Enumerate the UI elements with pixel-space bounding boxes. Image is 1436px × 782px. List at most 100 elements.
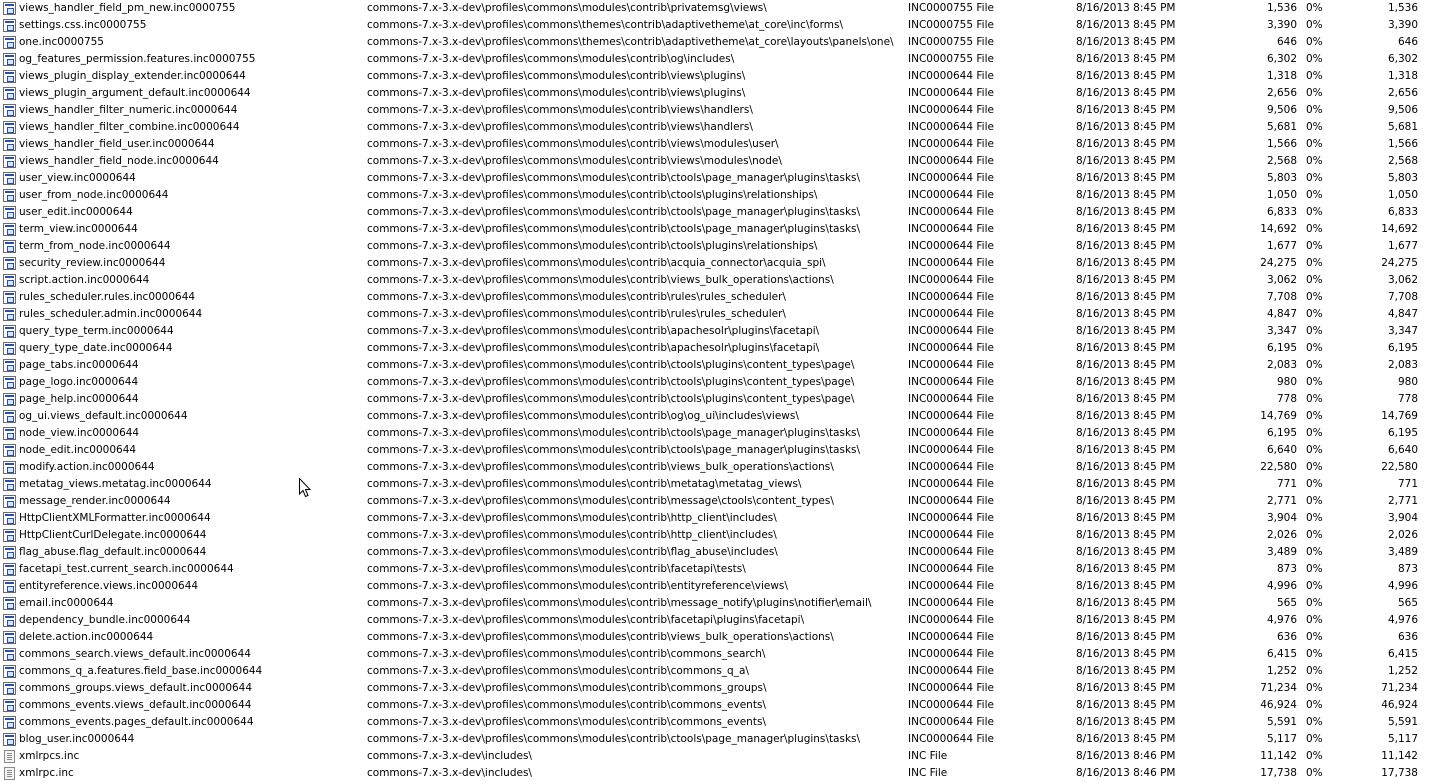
file-path: commons-7.x-3.x-dev\profiles\commons\mod… — [367, 257, 826, 269]
inc-file-icon — [3, 461, 16, 474]
file-row[interactable]: og_ui.views_default.inc0000644 commons-7.… — [0, 408, 1436, 425]
inc-file-icon — [3, 393, 16, 406]
file-row[interactable]: user_from_node.inc0000644 commons-7.x-3.x… — [0, 187, 1436, 204]
file-row[interactable]: page_logo.inc0000644 commons-7.x-3.x-dev\… — [0, 374, 1436, 391]
file-ratio: 0% — [1306, 70, 1323, 82]
file-ratio: 0% — [1306, 274, 1323, 286]
file-modified: 8/16/2013 8:45 PM — [1076, 563, 1176, 575]
file-modified: 8/16/2013 8:45 PM — [1076, 376, 1176, 388]
file-row[interactable]: commons_groups.views_default.inc0000644 c… — [0, 680, 1436, 697]
file-ratio: 0% — [1306, 36, 1323, 48]
file-packed-size: 6,195 — [1387, 427, 1418, 439]
file-row[interactable]: facetapi_test.current_search.inc0000644 c… — [0, 561, 1436, 578]
file-row[interactable]: delete.action.inc0000644 commons-7.x-3.x-… — [0, 629, 1436, 646]
file-modified: 8/16/2013 8:45 PM — [1076, 342, 1176, 354]
file-name: query_type_date.inc0000644 — [19, 342, 173, 354]
file-name: page_logo.inc0000644 — [19, 376, 139, 388]
inc-file-icon — [3, 19, 16, 32]
file-type: INC0000644 File — [908, 427, 994, 439]
file-type: INC0000644 File — [908, 682, 994, 694]
file-row[interactable]: message_render.inc0000644 commons-7.x-3.x… — [0, 493, 1436, 510]
file-row[interactable]: views_plugin_display_extender.inc0000644… — [0, 68, 1436, 85]
file-ratio: 0% — [1306, 325, 1323, 337]
file-path: commons-7.x-3.x-dev\profiles\commons\mod… — [367, 308, 786, 320]
file-size: 1,566 — [1266, 138, 1297, 150]
file-row[interactable]: og_features_permission.features.inc00007… — [0, 51, 1436, 68]
file-row[interactable]: page_help.inc0000644 commons-7.x-3.x-dev\… — [0, 391, 1436, 408]
file-packed-size: 771 — [1397, 478, 1418, 490]
file-packed-size: 2,026 — [1387, 529, 1418, 541]
file-row[interactable]: email.inc0000644 commons-7.x-3.x-dev\prof… — [0, 595, 1436, 612]
file-row[interactable]: page_tabs.inc0000644 commons-7.x-3.x-dev\… — [0, 357, 1436, 374]
file-size: 771 — [1276, 478, 1297, 490]
file-ratio: 0% — [1306, 614, 1323, 626]
file-ratio: 0% — [1306, 529, 1323, 541]
file-type: INC0000644 File — [908, 359, 994, 371]
file-row[interactable]: rules_scheduler.admin.inc0000644 commons-… — [0, 306, 1436, 323]
file-type: INC0000644 File — [908, 206, 994, 218]
file-modified: 8/16/2013 8:45 PM — [1076, 223, 1176, 235]
file-row[interactable]: commons_q_a.features.field_base.inc00006… — [0, 663, 1436, 680]
file-row[interactable]: views_handler_filter_combine.inc0000644 c… — [0, 119, 1436, 136]
file-packed-size: 6,302 — [1387, 53, 1418, 65]
file-row[interactable]: commons_events.pages_default.inc0000644 c… — [0, 714, 1436, 731]
file-row[interactable]: settings.css.inc0000755 commons-7.x-3.x-d… — [0, 17, 1436, 34]
file-row[interactable]: views_plugin_argument_default.inc0000644… — [0, 85, 1436, 102]
file-row[interactable]: views_handler_filter_numeric.inc0000644 c… — [0, 102, 1436, 119]
inc-file-icon — [3, 376, 16, 389]
file-type: INC0000755 File — [908, 36, 994, 48]
file-name: views_handler_field_node.inc0000644 — [19, 155, 219, 167]
file-row[interactable]: commons_events.views_default.inc0000644 c… — [0, 697, 1436, 714]
file-row[interactable]: user_edit.inc0000644 commons-7.x-3.x-dev\… — [0, 204, 1436, 221]
file-row[interactable]: node_view.inc0000644 commons-7.x-3.x-dev\… — [0, 425, 1436, 442]
file-row[interactable]: metatag_views.metatag.inc0000644 commons-… — [0, 476, 1436, 493]
file-packed-size: 5,803 — [1387, 172, 1418, 184]
file-type: INC0000644 File — [908, 189, 994, 201]
file-path: commons-7.x-3.x-dev\profiles\commons\mod… — [367, 410, 799, 422]
inc-file-icon — [3, 410, 16, 423]
file-row[interactable]: views_handler_field_pm_new.inc0000755 com… — [0, 0, 1436, 17]
file-row[interactable]: entityreference.views.inc0000644 commons-… — [0, 578, 1436, 595]
file-row[interactable]: views_handler_field_user.inc0000644 commo… — [0, 136, 1436, 153]
file-modified: 8/16/2013 8:45 PM — [1076, 291, 1176, 303]
file-row[interactable]: security_review.inc0000644 commons-7.x-3.… — [0, 255, 1436, 272]
file-packed-size: 11,142 — [1381, 750, 1418, 762]
file-name: term_view.inc0000644 — [19, 223, 138, 235]
file-row[interactable]: HttpClientCurlDelegate.inc0000644 commons… — [0, 527, 1436, 544]
file-row[interactable]: query_type_term.inc0000644 commons-7.x-3.… — [0, 323, 1436, 340]
file-row[interactable]: HttpClientXMLFormatter.inc0000644 commons… — [0, 510, 1436, 527]
file-path: commons-7.x-3.x-dev\profiles\commons\mod… — [367, 699, 766, 711]
inc-file-icon — [3, 240, 16, 253]
file-row[interactable]: flag_abuse.flag_default.inc0000644 common… — [0, 544, 1436, 561]
file-ratio: 0% — [1306, 53, 1323, 65]
file-row[interactable]: xmlrpc.inc commons-7.x-3.x-dev\includes\ I… — [0, 765, 1436, 782]
file-row[interactable]: query_type_date.inc0000644 commons-7.x-3.… — [0, 340, 1436, 357]
file-row[interactable]: one.inc0000755 commons-7.x-3.x-dev\profil… — [0, 34, 1436, 51]
file-row[interactable]: xmlrpcs.inc commons-7.x-3.x-dev\includes\… — [0, 748, 1436, 765]
file-modified: 8/16/2013 8:45 PM — [1076, 359, 1176, 371]
file-row[interactable]: node_edit.inc0000644 commons-7.x-3.x-dev\… — [0, 442, 1436, 459]
file-row[interactable]: dependency_bundle.inc0000644 commons-7.x-… — [0, 612, 1436, 629]
file-packed-size: 1,252 — [1387, 665, 1418, 677]
inc-file-icon — [3, 631, 16, 644]
file-row[interactable]: term_view.inc0000644 commons-7.x-3.x-dev\… — [0, 221, 1436, 238]
file-row[interactable]: views_handler_field_node.inc0000644 commo… — [0, 153, 1436, 170]
file-row[interactable]: rules_scheduler.rules.inc0000644 commons-… — [0, 289, 1436, 306]
file-path: commons-7.x-3.x-dev\profiles\commons\mod… — [367, 648, 766, 660]
file-modified: 8/16/2013 8:45 PM — [1076, 206, 1176, 218]
file-row[interactable]: commons_search.views_default.inc0000644 c… — [0, 646, 1436, 663]
file-name: metatag_views.metatag.inc0000644 — [19, 478, 212, 490]
file-row[interactable]: script.action.inc0000644 commons-7.x-3.x-… — [0, 272, 1436, 289]
file-ratio: 0% — [1306, 189, 1323, 201]
file-name: flag_abuse.flag_default.inc0000644 — [19, 546, 207, 558]
file-row[interactable]: user_view.inc0000644 commons-7.x-3.x-dev\… — [0, 170, 1436, 187]
file-type: INC0000644 File — [908, 546, 994, 558]
file-row[interactable]: blog_user.inc0000644 commons-7.x-3.x-dev\… — [0, 731, 1436, 748]
file-size: 2,083 — [1266, 359, 1297, 371]
file-row[interactable]: modify.action.inc0000644 commons-7.x-3.x-… — [0, 459, 1436, 476]
file-name: HttpClientCurlDelegate.inc0000644 — [19, 529, 207, 541]
file-name: message_render.inc0000644 — [19, 495, 171, 507]
file-modified: 8/16/2013 8:45 PM — [1076, 240, 1176, 252]
file-row[interactable]: term_from_node.inc0000644 commons-7.x-3.x… — [0, 238, 1436, 255]
text-file-icon — [4, 750, 15, 763]
